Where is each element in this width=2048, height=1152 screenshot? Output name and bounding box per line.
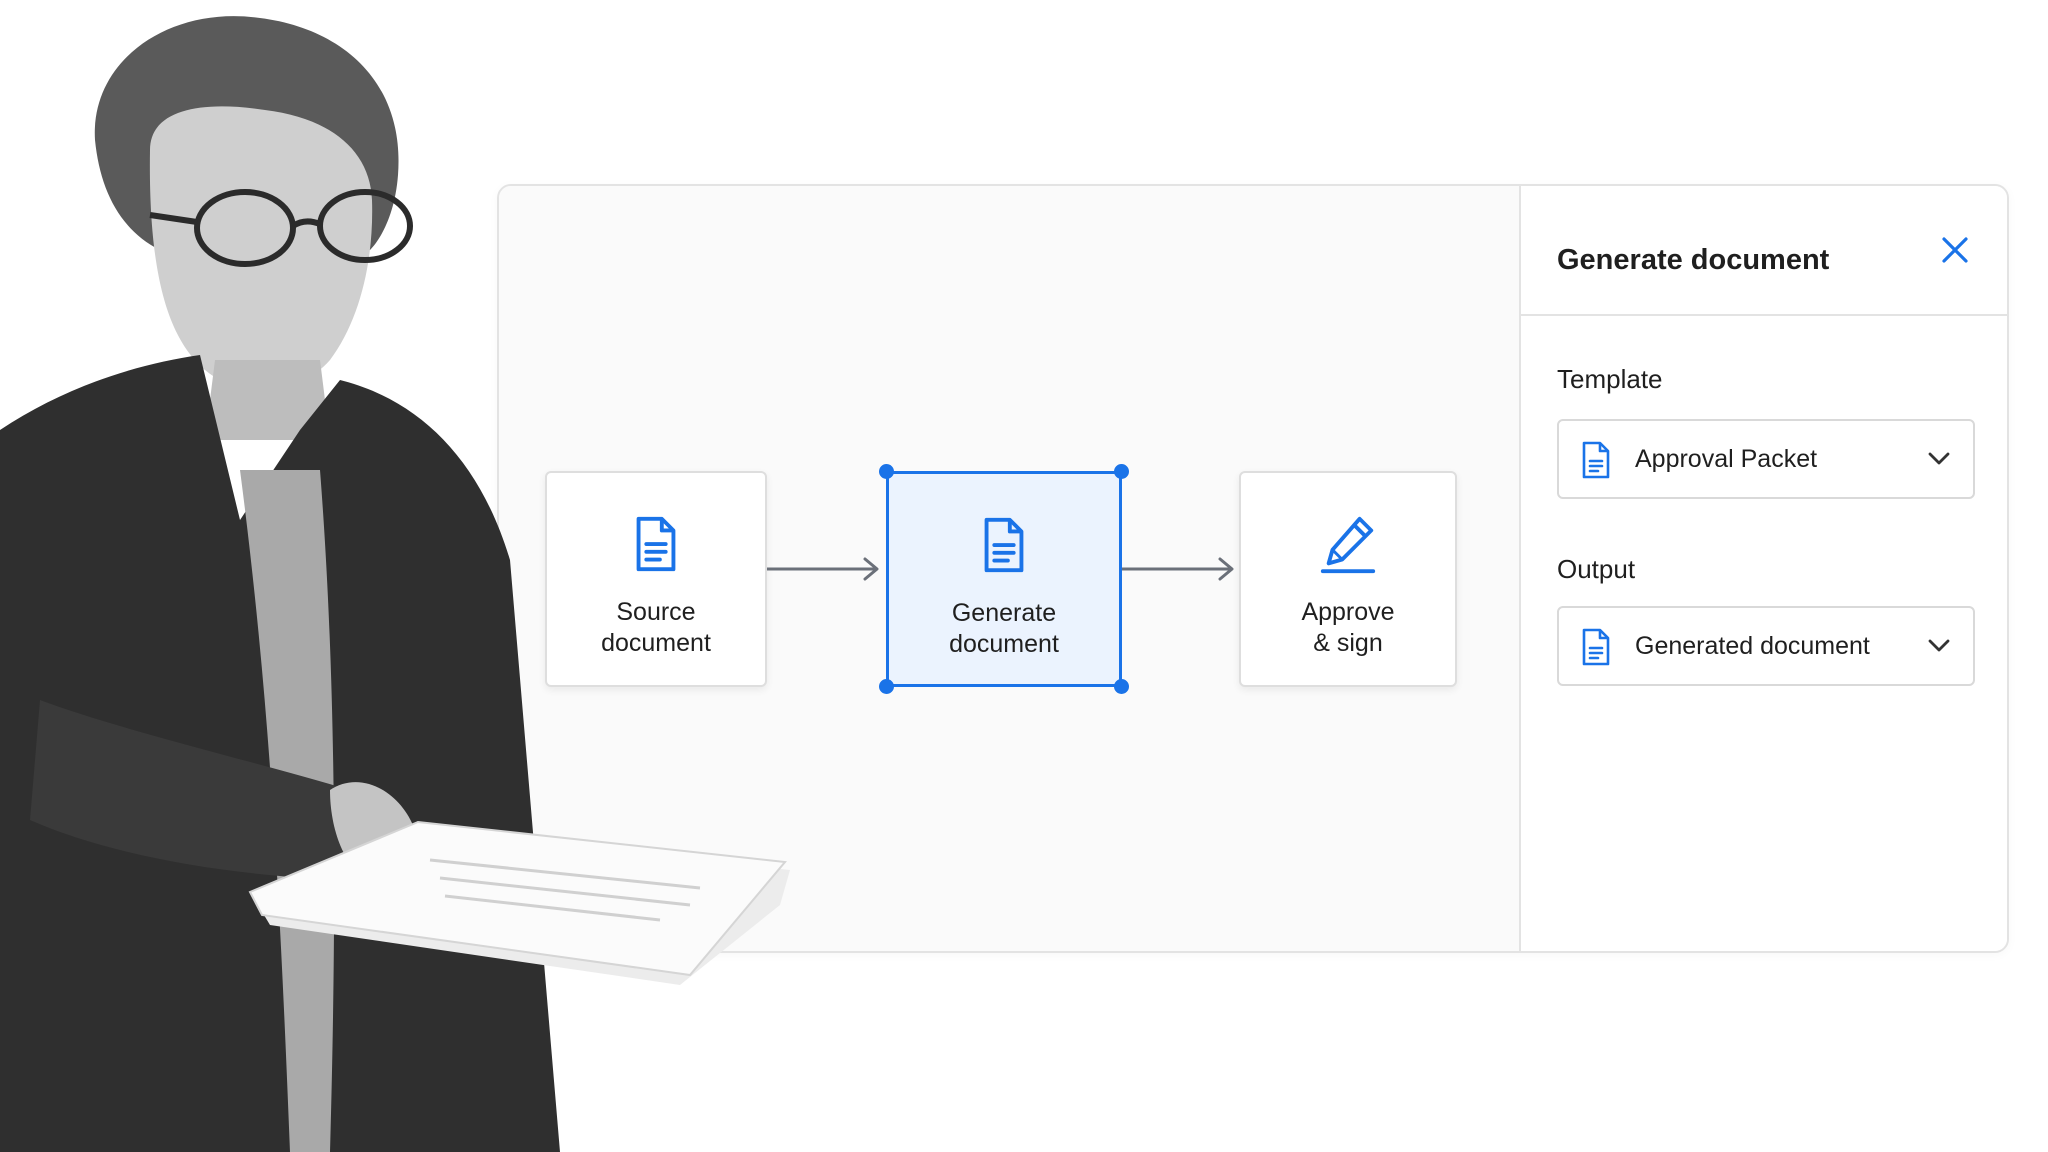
flow-canvas[interactable]: Source document Generate document Approv…	[499, 186, 1519, 951]
panel-header: Generate document	[1521, 186, 2007, 316]
panel-title: Generate document	[1557, 244, 1830, 276]
output-label: Output	[1557, 554, 1636, 584]
chevron-down-icon	[1928, 639, 1950, 652]
close-icon[interactable]	[1939, 234, 1971, 266]
pencil-sign-icon	[1320, 516, 1376, 574]
resize-handle-top-left[interactable]	[879, 464, 894, 479]
node-label: Source document	[601, 598, 711, 657]
document-icon	[636, 516, 676, 572]
document-icon	[1582, 441, 1610, 479]
workflow-editor: Source document Generate document Approv…	[497, 184, 2009, 953]
resize-handle-bottom-right[interactable]	[1114, 679, 1129, 694]
template-select[interactable]: Approval Packet	[1557, 419, 1975, 499]
resize-handle-top-right[interactable]	[1114, 464, 1129, 479]
properties-panel: Generate document Template Approval Pack…	[1519, 186, 2007, 951]
node-source-document[interactable]: Source document	[545, 471, 767, 687]
connector-arrow	[767, 557, 879, 581]
connector-arrow	[1122, 557, 1234, 581]
chevron-down-icon	[1928, 452, 1950, 465]
node-label: Approve & sign	[1301, 598, 1395, 657]
node-generate-document[interactable]: Generate document	[886, 471, 1122, 687]
document-icon	[1582, 628, 1610, 666]
output-value: Generated document	[1635, 632, 1870, 660]
node-label: Generate document	[949, 599, 1059, 658]
node-approve-sign[interactable]: Approve & sign	[1239, 471, 1457, 687]
template-label: Template	[1557, 364, 1663, 394]
document-icon	[984, 517, 1024, 573]
resize-handle-bottom-left[interactable]	[879, 679, 894, 694]
output-select[interactable]: Generated document	[1557, 606, 1975, 686]
template-value: Approval Packet	[1635, 445, 1818, 473]
